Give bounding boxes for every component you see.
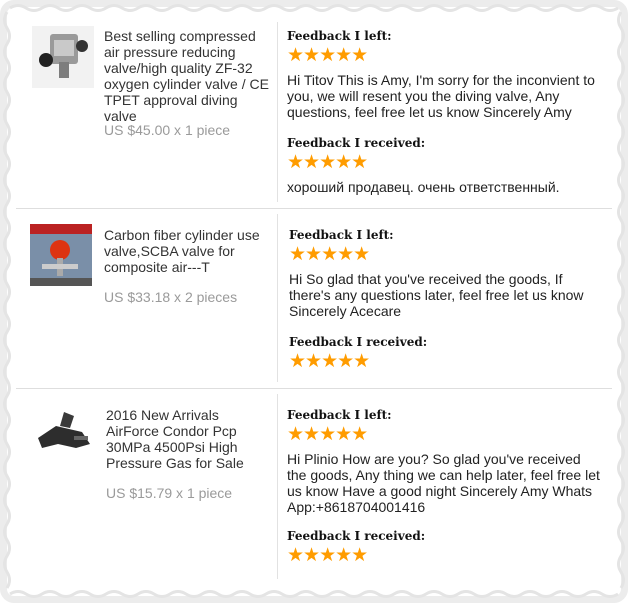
product-price: US $15.79 x 1 piece: [106, 485, 233, 501]
feedback-received-label: Feedback I received:: [289, 335, 428, 349]
product-thumbnail[interactable]: [30, 224, 92, 286]
product-title[interactable]: Carbon fiber cylinder use valve,SCBA val…: [104, 227, 272, 275]
feedback-left-label: Feedback I left:: [287, 29, 392, 43]
product-title[interactable]: Best selling compressed air pressure red…: [104, 28, 272, 124]
product-thumbnail[interactable]: [34, 404, 96, 466]
column-divider: [277, 394, 278, 579]
feedback-received-text: хороший продавец. очень ответственный.: [287, 179, 560, 195]
scba-valve-thumbnail-icon: [30, 224, 92, 286]
air-gun-part-thumbnail-icon: [34, 404, 96, 466]
feedback-received-stars: ★★★★★: [287, 152, 368, 173]
feedback-left-text: Hi Plinio How are you? So glad you've re…: [287, 451, 600, 515]
product-title[interactable]: 2016 New Arrivals AirForce Condor Pcp 30…: [106, 407, 274, 471]
product-thumbnail[interactable]: [32, 26, 94, 88]
feedback-received-label: Feedback I received:: [287, 529, 426, 543]
feedback-left-stars: ★★★★★: [287, 45, 368, 66]
feedback-received-stars: ★★★★★: [289, 351, 370, 372]
feedback-left-stars: ★★★★★: [287, 424, 368, 445]
feedback-left-stars: ★★★★★: [289, 244, 370, 265]
feedback-left-text: Hi So glad that you've received the good…: [289, 271, 584, 319]
feedback-received-label: Feedback I received:: [287, 136, 426, 150]
feedback-left-label: Feedback I left:: [289, 228, 394, 242]
column-divider: [277, 214, 278, 382]
feedback-left-label: Feedback I left:: [287, 408, 392, 422]
row-divider: [16, 388, 612, 389]
row-divider: [16, 208, 612, 209]
feedback-left-text: Hi Titov This is Amy, I'm sorry for the …: [287, 72, 595, 120]
product-price: US $33.18 x 2 pieces: [104, 289, 238, 305]
column-divider: [277, 22, 278, 202]
product-price: US $45.00 x 1 piece: [104, 122, 231, 138]
feedback-received-stars: ★★★★★: [287, 545, 368, 566]
valve-thumbnail-icon: [32, 26, 94, 88]
